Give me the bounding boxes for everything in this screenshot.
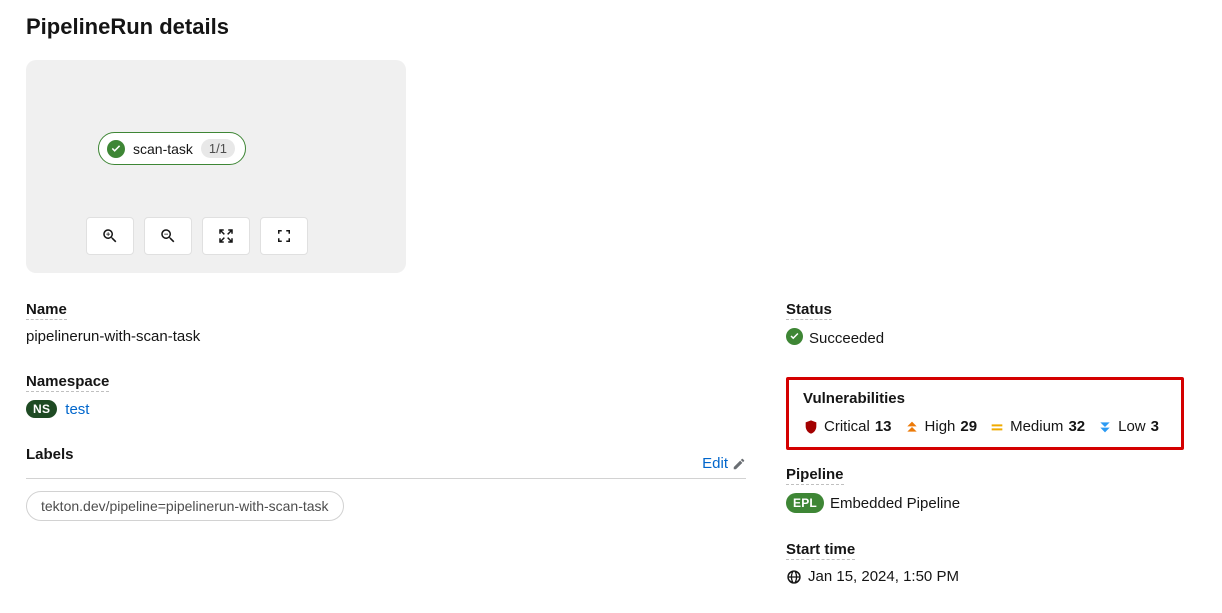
task-node-label: scan-task xyxy=(133,141,193,157)
namespace-link[interactable]: test xyxy=(65,401,89,418)
vuln-high: High 29 xyxy=(904,418,978,435)
vuln-low: Low 3 xyxy=(1097,418,1159,435)
fullscreen-icon xyxy=(275,227,293,245)
details-left-column: Name pipelinerun-with-scan-task Namespac… xyxy=(26,301,746,613)
vuln-medium: Medium 32 xyxy=(989,418,1085,435)
edit-labels-text: Edit xyxy=(702,455,728,472)
zoom-in-button[interactable] xyxy=(86,217,134,255)
pipeline-type-badge: EPL xyxy=(786,493,824,513)
pipeline-visualization-panel: scan-task 1/1 xyxy=(26,60,406,273)
vuln-critical: Critical 13 xyxy=(803,418,892,435)
name-value: pipelinerun-with-scan-task xyxy=(26,328,746,345)
double-chevron-down-icon xyxy=(1097,419,1113,435)
status-value: Succeeded xyxy=(809,330,884,347)
shield-icon xyxy=(803,419,819,435)
pencil-icon xyxy=(732,457,746,471)
check-circle-icon xyxy=(107,140,125,158)
viz-toolbar xyxy=(86,217,308,255)
double-chevron-up-icon xyxy=(904,419,920,435)
zoom-out-button[interactable] xyxy=(144,217,192,255)
zoom-in-icon xyxy=(101,227,119,245)
task-node-scan-task[interactable]: scan-task 1/1 xyxy=(98,132,246,165)
equals-icon xyxy=(989,419,1005,435)
globe-icon xyxy=(786,569,802,585)
page-title: PipelineRun details xyxy=(26,14,1196,40)
vulnerabilities-label: Vulnerabilities xyxy=(803,390,905,408)
details-right-column: Status Succeeded Vulnerabilities Critica… xyxy=(786,301,1196,613)
status-label: Status xyxy=(786,301,832,320)
start-time-label: Start time xyxy=(786,541,855,560)
task-step-count-badge: 1/1 xyxy=(201,139,235,158)
name-label: Name xyxy=(26,301,67,320)
pipeline-label: Pipeline xyxy=(786,466,844,485)
fit-button[interactable] xyxy=(202,217,250,255)
start-time-value: Jan 15, 2024, 1:50 PM xyxy=(808,568,959,585)
labels-label: Labels xyxy=(26,446,74,464)
zoom-out-icon xyxy=(159,227,177,245)
namespace-label: Namespace xyxy=(26,373,109,392)
fullscreen-button[interactable] xyxy=(260,217,308,255)
label-chip[interactable]: tekton.dev/pipeline=pipelinerun-with-sca… xyxy=(26,491,344,521)
namespace-badge: NS xyxy=(26,400,57,418)
check-circle-icon xyxy=(786,328,803,349)
edit-labels-button[interactable]: Edit xyxy=(702,455,746,472)
vulnerabilities-callout: Vulnerabilities Critical 13 High 29 Medi… xyxy=(786,377,1184,450)
expand-arrows-icon xyxy=(217,227,235,245)
pipeline-value: Embedded Pipeline xyxy=(830,495,960,512)
